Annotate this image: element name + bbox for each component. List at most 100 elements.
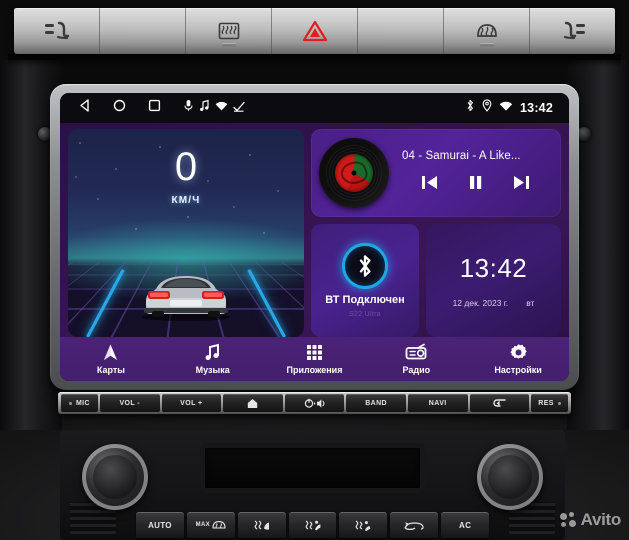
bluetooth-widget[interactable]: ВТ Подключен S22 Ultra	[311, 224, 419, 337]
hw-mic-label: MIC	[75, 399, 90, 407]
bluetooth-status-label: ВТ Подключен	[325, 294, 405, 306]
seat-heater-icon	[44, 21, 69, 40]
hw-volume-up-button[interactable]: VOL +	[161, 394, 222, 412]
hw-home-button[interactable]	[223, 394, 283, 412]
clock-widget-weekday: вт	[526, 298, 535, 308]
pause-button[interactable]	[467, 174, 484, 196]
strip-shadow	[8, 54, 621, 68]
seat-heater-right-button[interactable]	[530, 8, 615, 54]
vinyl-label	[335, 154, 373, 192]
hw-back-button[interactable]	[469, 394, 530, 412]
clock-widget-time: 13:42	[459, 253, 528, 283]
hw-volume-down-button[interactable]: VOL -	[99, 394, 160, 412]
windshield-defrost-icon	[476, 24, 497, 37]
blank-button-right[interactable]	[358, 8, 444, 54]
bluetooth-icon	[465, 99, 475, 117]
dock-item-settings[interactable]: Настройки	[467, 343, 569, 375]
hw-reset-button[interactable]: RES	[531, 394, 569, 412]
avito-logo-icon	[559, 512, 576, 528]
recirculation-icon	[404, 522, 424, 531]
climate-auto-label: AUTO	[148, 520, 172, 530]
navigation-arrow-icon	[104, 344, 118, 360]
hw-volume-up-label: VOL +	[180, 399, 203, 407]
climate-ac-label: AC	[459, 520, 472, 530]
climate-max-defrost-button[interactable]: MAX	[186, 512, 235, 538]
hazard-lights-button[interactable]	[272, 8, 358, 54]
top-button-strip	[14, 8, 615, 54]
home-house-icon	[248, 398, 258, 408]
mic-icon[interactable]	[183, 99, 194, 117]
air-face-icon	[254, 520, 269, 530]
dock-item-apps[interactable]: Приложения	[264, 343, 366, 375]
location-icon	[482, 99, 492, 117]
climate-control-panel: AUTO MAX AC	[60, 430, 565, 540]
climate-air-face-button[interactable]	[237, 512, 286, 538]
front-defrost-button[interactable]	[444, 8, 530, 54]
head-unit-screen: 13:42 0 КМ/Ч 04 - Samurai - A Like... ВТ…	[60, 93, 569, 381]
previous-track-button[interactable]	[420, 174, 439, 196]
button-indicator-bar	[221, 43, 236, 47]
head-unit-bezel: 13:42 0 КМ/Ч 04 - Samurai - A Like... ВТ…	[50, 84, 579, 390]
android-status-bar: 13:42	[60, 93, 569, 123]
climate-air-feet-button[interactable]	[339, 512, 388, 538]
recents-icon[interactable]	[148, 99, 161, 117]
button-indicator-bar	[479, 43, 494, 47]
album-art-vinyl	[319, 138, 389, 208]
hw-volume-down-label: VOL -	[119, 399, 140, 407]
app-dock: Карты Музыка Приложения Радио Настройки	[60, 337, 569, 381]
music-note-icon[interactable]	[199, 99, 210, 117]
avito-watermark: Avito	[559, 510, 622, 530]
seat-heater-left-button[interactable]	[14, 8, 100, 54]
climate-button-row: AUTO MAX AC	[136, 512, 490, 538]
radio-icon	[405, 343, 427, 360]
clock-widget-date: 12 дек. 2023 г.	[452, 298, 509, 308]
climate-auto-button[interactable]: AUTO	[136, 512, 184, 538]
bluetooth-device-name: S22 Ultra	[349, 311, 381, 318]
music-widget[interactable]: 04 - Samurai - A Like...	[311, 129, 561, 217]
gear-icon	[509, 344, 527, 359]
dock-item-radio[interactable]: Радио	[365, 343, 467, 375]
dock-label-settings: Настройки	[494, 365, 542, 375]
blank-button-left[interactable]	[100, 8, 186, 54]
air-feet-icon	[355, 520, 371, 531]
dock-label-apps: Приложения	[286, 365, 343, 375]
temperature-knob-left[interactable]	[82, 444, 148, 510]
hw-navi-label: NAVI	[428, 399, 447, 407]
speed-unit: КМ/Ч	[171, 195, 201, 206]
hw-mic-button[interactable]: MIC	[61, 394, 98, 412]
dock-item-maps[interactable]: Карты	[60, 343, 162, 375]
hw-reset-label: RES	[538, 399, 554, 407]
rear-defrost-button[interactable]	[186, 8, 272, 54]
climate-air-body-button[interactable]	[288, 512, 337, 538]
media-controls	[400, 174, 551, 196]
speedometer-widget[interactable]: 0 КМ/Ч	[68, 129, 304, 337]
mic-dot-icon	[68, 401, 72, 405]
hazard-triangle-icon	[302, 20, 327, 42]
wifi-icon[interactable]	[215, 99, 228, 117]
bluetooth-icon	[359, 255, 371, 277]
home-icon[interactable]	[113, 99, 126, 117]
hw-navi-button[interactable]: NAVI	[407, 394, 468, 412]
dock-label-maps: Карты	[96, 365, 125, 375]
back-icon[interactable]	[78, 99, 91, 117]
climate-ac-button[interactable]: AC	[441, 512, 490, 538]
music-note-icon	[205, 343, 220, 361]
speed-value: 0	[174, 145, 198, 189]
signal-check-icon[interactable]	[233, 99, 245, 117]
bluetooth-status-ring	[342, 243, 388, 289]
clock-widget[interactable]: 13:42 12 дек. 2023 г. вт	[426, 224, 561, 337]
climate-max-label: MAX	[195, 522, 210, 528]
avito-watermark-text: Avito	[580, 510, 622, 529]
dock-label-music: Музыка	[195, 365, 230, 375]
seat-heater-icon	[563, 21, 585, 40]
hw-band-button[interactable]: BAND	[346, 394, 406, 412]
apps-grid-icon	[306, 345, 322, 360]
home-screen: 0 КМ/Ч 04 - Samurai - A Like... ВТ Подкл…	[60, 123, 569, 381]
bottom-widget-row: ВТ Подключен S22 Ultra 13:42 12 дек. 202…	[311, 224, 561, 337]
dock-item-music[interactable]: Музыка	[162, 343, 264, 375]
vinyl-label-art	[338, 158, 370, 188]
hw-power-mute-button[interactable]	[284, 394, 345, 412]
climate-recirculation-button[interactable]	[390, 512, 439, 538]
next-track-button[interactable]	[512, 174, 531, 196]
temperature-knob-right[interactable]	[477, 444, 543, 510]
